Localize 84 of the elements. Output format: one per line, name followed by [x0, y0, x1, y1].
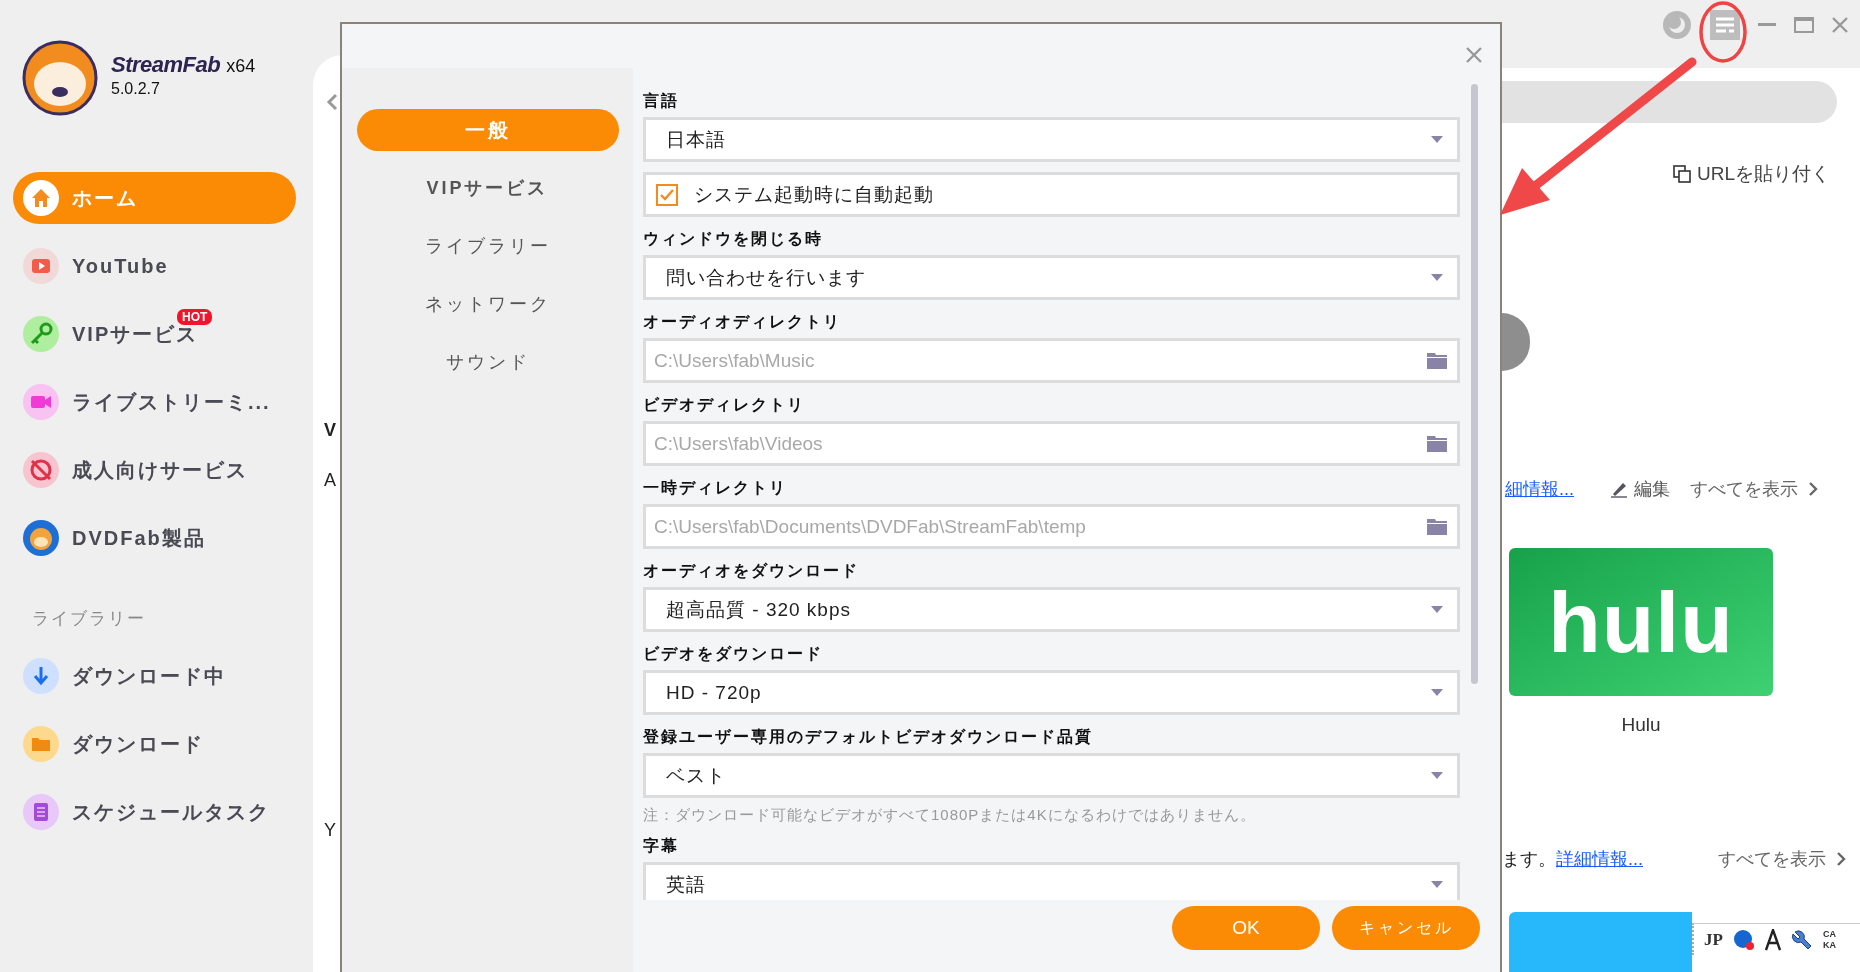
sidebar-item[interactable]: DVDFab製品	[13, 512, 296, 564]
checkbox-label: システム起動時に自動起動	[694, 182, 934, 207]
checkmark-icon	[660, 188, 674, 201]
service-name: Hulu	[1620, 714, 1662, 736]
sidebar-item[interactable]: ライブストリーミ...	[13, 376, 296, 428]
minimize-icon[interactable]	[1758, 23, 1776, 27]
carousel-button[interactable]	[1502, 313, 1530, 371]
menu-icon[interactable]	[1710, 10, 1740, 40]
dropdown[interactable]: ベスト	[643, 753, 1460, 798]
dropdown[interactable]: 英語	[643, 862, 1460, 900]
sidebar-item[interactable]: 成人向けサービス	[13, 444, 296, 496]
scrollbar[interactable]	[1471, 84, 1478, 684]
show-all-link[interactable]: すべてを表示	[1690, 477, 1818, 501]
paste-url-button[interactable]: URLを貼り付く	[1673, 161, 1830, 187]
caret-icon	[1431, 136, 1443, 143]
chevron-right-icon	[1836, 851, 1846, 867]
field-label: ウィンドウを閉じる時	[643, 229, 824, 249]
app-edition: x64	[226, 56, 256, 77]
moon-icon[interactable]	[1662, 10, 1692, 40]
app-logo-icon	[22, 40, 98, 116]
section-title: ライブラリー	[32, 608, 147, 630]
sidebar-item[interactable]: VIPサービス HOT	[13, 308, 296, 360]
sidebar-item[interactable]: スケジュールタスク	[13, 786, 296, 838]
wrench-icon[interactable]	[1790, 928, 1813, 951]
show-all-link[interactable]: すべてを表示	[1718, 847, 1846, 871]
dropdown[interactable]: 問い合わせを行います	[643, 255, 1460, 300]
heading-text: V	[324, 420, 336, 441]
checkbox[interactable]	[656, 183, 678, 206]
settings-tab[interactable]: サウンド	[356, 341, 619, 383]
dropdown[interactable]: HD - 720p	[643, 670, 1460, 715]
description-text: ます。	[1502, 848, 1556, 871]
close-icon[interactable]	[1466, 47, 1482, 63]
settings-tab[interactable]: ネットワーク	[356, 283, 619, 325]
pencil-icon	[1610, 480, 1628, 498]
caret-icon	[1431, 274, 1443, 281]
caret-icon	[1431, 689, 1443, 696]
service-tile[interactable]	[1509, 912, 1692, 972]
edit-button[interactable]: 編集	[1610, 477, 1670, 501]
field-label: オーディオディレクトリ	[643, 312, 842, 332]
heading-text: Y	[324, 820, 336, 841]
app-logo-icon	[23, 520, 59, 556]
service-logo: hulu	[1548, 572, 1734, 672]
app-version: 5.0.2.7	[111, 80, 161, 98]
field-label: ビデオディレクトリ	[643, 395, 806, 415]
hot-badge: HOT	[177, 309, 213, 325]
field-label: 字幕	[643, 836, 680, 856]
maximize-icon[interactable]	[1794, 17, 1814, 33]
sidebar-item[interactable]: YouTube	[13, 240, 296, 292]
chevron-right-icon	[1808, 481, 1818, 497]
clipboard-icon	[23, 794, 59, 830]
field-label: 一時ディレクトリ	[643, 478, 788, 498]
key-icon	[23, 316, 59, 352]
caps-indicator: CA	[1822, 928, 1836, 940]
details-link[interactable]: 細情報...	[1505, 477, 1574, 501]
app-name: StreamFab	[111, 52, 221, 78]
field-label: ビデオをダウンロード	[643, 644, 824, 664]
prohibited-icon	[23, 452, 59, 488]
heading-text: A	[324, 470, 336, 491]
sidebar-item[interactable]: ダウンロード中	[13, 650, 296, 702]
caret-icon	[1431, 772, 1443, 779]
details-link[interactable]: 詳細情報...	[1556, 847, 1643, 871]
hint-text: 注：ダウンロード可能なビデオがすべて1080Pまたは4Kになるわけではありません。	[643, 805, 1257, 825]
close-icon[interactable]	[1832, 17, 1848, 33]
dropdown[interactable]: 日本語	[643, 117, 1460, 162]
font-icon[interactable]	[1764, 928, 1781, 951]
field-label: 言語	[643, 91, 680, 111]
sidebar-item[interactable]: ダウンロード	[13, 718, 296, 770]
caret-icon	[1431, 606, 1443, 613]
download-icon	[23, 658, 59, 694]
field-label: 登録ユーザー専用のデフォルトビデオダウンロード品質	[643, 727, 1094, 747]
annotation-circle	[1699, 1, 1747, 63]
dropdown[interactable]: 超高品質 - 320 kbps	[643, 587, 1460, 632]
caret-icon	[1431, 881, 1443, 888]
globe-icon[interactable]	[1732, 928, 1755, 951]
copy-icon	[1673, 165, 1691, 183]
input-language-button[interactable]: JP	[1704, 929, 1723, 950]
settings-tab[interactable]: VIPサービス	[356, 167, 619, 209]
video-camera-icon	[23, 384, 59, 420]
kana-indicator: KA	[1822, 939, 1836, 951]
folder-icon	[23, 726, 59, 762]
play-icon	[23, 248, 59, 284]
home-icon	[23, 180, 59, 216]
settings-tab[interactable]: ライブラリー	[356, 225, 619, 267]
field-label: オーディオをダウンロード	[643, 561, 860, 581]
